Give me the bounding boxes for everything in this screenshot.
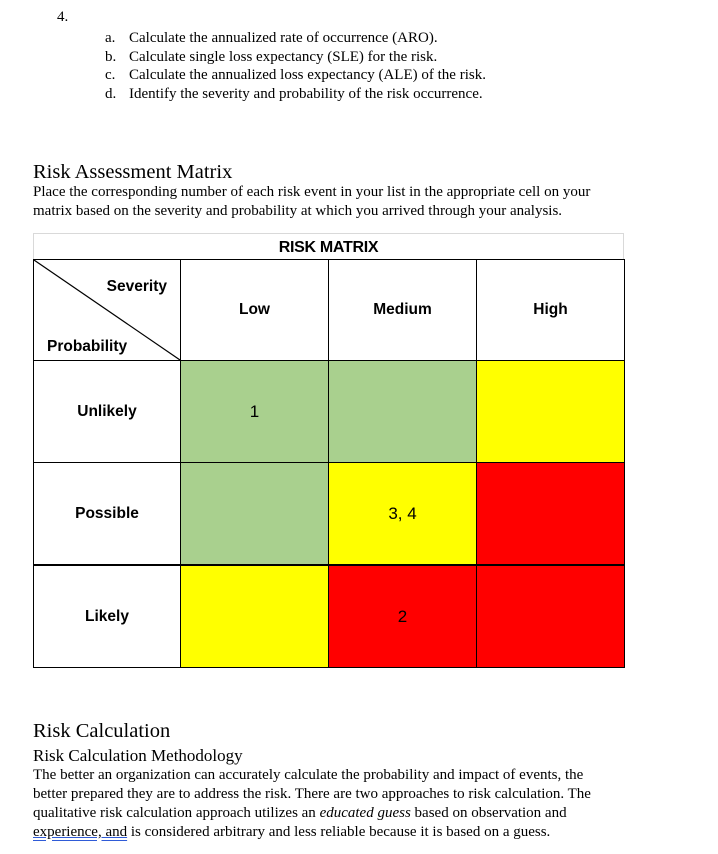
risk-matrix-title: RISK MATRIX: [33, 233, 624, 259]
risk-assessment-line-2: matrix based on the severity and probabi…: [33, 203, 563, 219]
subitem-c: c. Calculate the annualized loss expectan…: [105, 67, 486, 84]
matrix-corner-cell: Severity Probability: [33, 259, 181, 361]
risk-calculation-line-4: experience, and is considered arbitrary …: [33, 824, 551, 840]
row-header-unlikely: Unlikely: [33, 360, 181, 463]
grammar-check-underline[interactable]: experience, and: [33, 824, 127, 840]
matrix-cell-unlikely-high: [476, 360, 625, 463]
subitem-d: d. Identify the severity and probability …: [105, 85, 483, 102]
matrix-cell-unlikely-medium: [328, 360, 477, 463]
column-header-high: High: [476, 259, 625, 361]
risk-calculation-line-1: The better an organization can accuratel…: [33, 767, 584, 783]
matrix-cell-possible-low: [180, 462, 329, 566]
matrix-cell-possible-medium: 3, 4: [328, 462, 477, 566]
question-number: 4.: [57, 9, 69, 25]
column-header-medium: Medium: [328, 259, 477, 361]
row-header-likely: Likely: [33, 564, 181, 668]
matrix-cell-unlikely-low: 1: [180, 360, 329, 463]
risk-calculation-line-2: better prepared they are to address the …: [33, 786, 591, 802]
matrix-header-row: Severity Probability Low Medium High: [33, 259, 625, 361]
matrix-row-possible: Possible 3, 4: [33, 462, 625, 566]
matrix-cell-likely-medium: 2: [328, 564, 477, 668]
matrix-cell-likely-high: [476, 564, 625, 668]
risk-assessment-heading: Risk Assessment Matrix: [33, 161, 233, 183]
severity-axis-label: Severity: [106, 278, 167, 295]
row-header-possible: Possible: [33, 462, 181, 566]
column-header-low: Low: [180, 259, 329, 361]
probability-axis-label: Probability: [47, 338, 128, 355]
matrix-cell-likely-low: [180, 564, 329, 668]
matrix-row-unlikely: Unlikely 1: [33, 360, 625, 463]
matrix-cell-possible-high: [476, 462, 625, 566]
risk-calculation-heading: Risk Calculation: [33, 720, 171, 742]
risk-assessment-line-1: Place the corresponding number of each r…: [33, 184, 591, 200]
matrix-row-likely: Likely 2: [33, 564, 625, 668]
risk-matrix-grid: Severity Probability Low Medium High Unl…: [33, 259, 625, 668]
question-subitems: a. Calculate the annualized rate of occur…: [105, 29, 486, 103]
subitem-a: a. Calculate the annualized rate of occur…: [105, 30, 438, 46]
risk-calculation-subheading: Risk Calculation Methodology: [33, 746, 243, 765]
risk-matrix: RISK MATRIX Severity Probability Low Med…: [33, 233, 625, 668]
risk-calculation-line-3: qualitative risk calculation approach ut…: [33, 805, 567, 821]
subitem-b: b. Calculate single loss expectancy (SLE)…: [105, 48, 438, 65]
emphasis-educated-guess: educated guess: [319, 805, 411, 821]
